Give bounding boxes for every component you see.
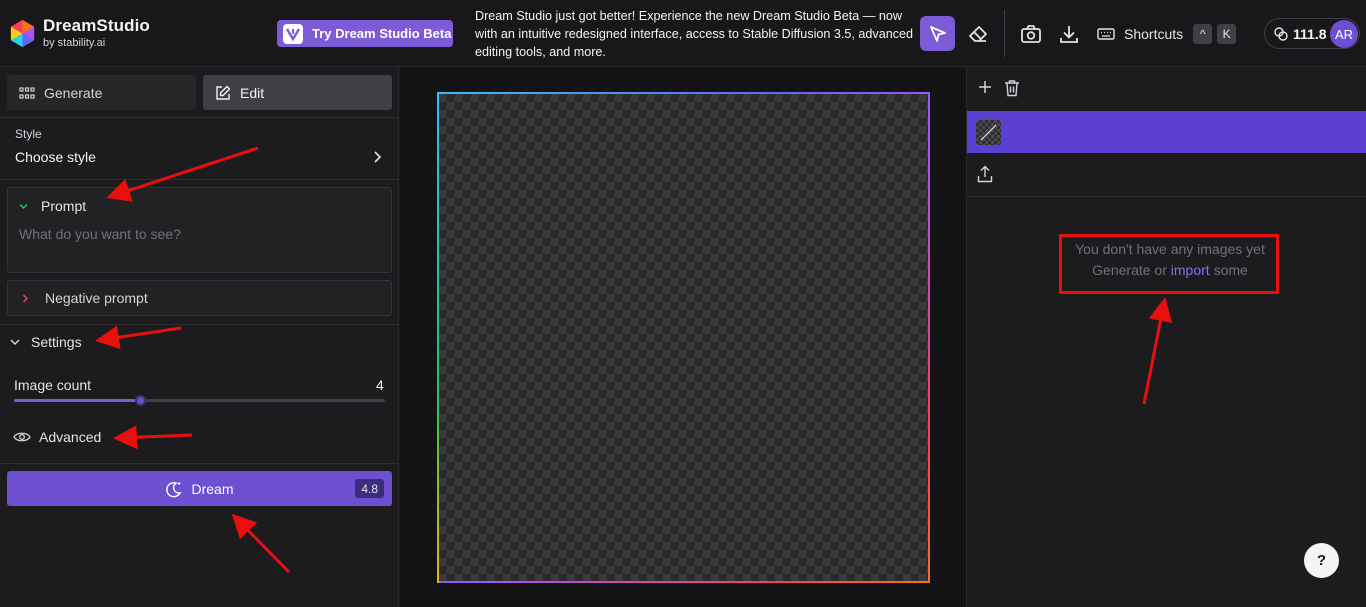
beta-logo-icon (283, 23, 303, 44)
app-title: DreamStudio (43, 16, 150, 35)
shortcuts-button[interactable]: Shortcuts ^ K (1097, 21, 1237, 47)
divider (0, 179, 399, 180)
layer-item[interactable] (967, 111, 1366, 153)
tab-edit[interactable]: Edit (203, 75, 392, 110)
chevron-down-icon (19, 203, 28, 209)
dream-button[interactable]: Dream 4.8 (7, 471, 392, 506)
toolbar-divider (1004, 10, 1005, 57)
canvas-area (400, 67, 966, 607)
shortcut-key-ctrl: ^ (1193, 24, 1213, 44)
right-panel: You don't have any images yet Generate o… (966, 67, 1366, 607)
style-label: Style (15, 127, 42, 141)
image-count-slider[interactable] (14, 395, 385, 406)
prompt-title: Prompt (41, 198, 87, 214)
prompt-section: Prompt (7, 187, 392, 273)
advanced-label: Advanced (39, 429, 102, 445)
snapshot-button[interactable] (1015, 16, 1047, 51)
left-panel: Generate Edit Style Choose style Prompt (0, 67, 399, 607)
divider (967, 196, 1366, 197)
shortcuts-label: Shortcuts (1124, 26, 1184, 42)
style-selector[interactable]: Choose style (15, 149, 96, 165)
annotation-highlight-box (1059, 234, 1279, 294)
credits-value: 111.8 (1293, 25, 1327, 42)
keyboard-icon (1097, 28, 1115, 40)
help-button[interactable]: ? (1304, 543, 1339, 578)
negative-prompt-title: Negative prompt (45, 290, 148, 306)
negative-prompt-toggle[interactable]: Negative prompt (7, 280, 392, 316)
tab-generate[interactable]: Generate (7, 75, 196, 110)
download-icon (1060, 25, 1078, 43)
eraser-icon (968, 25, 987, 42)
settings-title: Settings (31, 334, 82, 350)
eye-icon (13, 432, 31, 442)
canvas-frame-edge (437, 92, 439, 583)
select-tool-button[interactable] (920, 16, 955, 51)
edit-icon (216, 85, 231, 100)
chevron-right-icon[interactable] (370, 150, 384, 164)
tab-edit-label: Edit (240, 84, 265, 101)
moon-stars-icon (166, 481, 182, 497)
add-layer-icon[interactable] (977, 79, 993, 95)
avatar[interactable]: AR (1330, 20, 1358, 48)
top-bar: DreamStudio by stability.ai Try Dream St… (0, 0, 1366, 67)
dream-cost-badge: 4.8 (355, 479, 384, 498)
dreamstudio-logo-icon (10, 19, 35, 48)
hidden-layer-icon (980, 124, 997, 141)
announcement-text: Dream Studio just got better! Experience… (475, 9, 914, 59)
eraser-tool-button[interactable] (960, 16, 995, 51)
grid-icon (19, 86, 35, 99)
camera-icon (1021, 24, 1041, 43)
upload-icon[interactable] (977, 165, 993, 183)
image-count-label: Image count (14, 377, 92, 393)
try-beta-label: Try Dream Studio Beta (312, 26, 452, 41)
trash-icon[interactable] (1004, 79, 1020, 97)
divider (0, 324, 399, 325)
transparent-canvas[interactable] (439, 94, 928, 581)
prompt-input[interactable] (19, 226, 379, 242)
settings-toggle[interactable]: Settings (9, 334, 82, 350)
slider-thumb[interactable] (135, 395, 147, 406)
download-button[interactable] (1053, 16, 1085, 51)
chevron-down-icon (10, 339, 20, 346)
slider-fill (14, 399, 141, 402)
app-subtitle: by stability.ai (43, 37, 106, 49)
chevron-right-icon (22, 293, 29, 303)
divider (0, 117, 399, 118)
tab-generate-label: Generate (44, 84, 103, 101)
prompt-toggle[interactable]: Prompt (18, 198, 86, 214)
credits-icon (1274, 26, 1288, 41)
pointer-icon (929, 25, 946, 42)
image-count-value: 4 (376, 377, 384, 393)
try-beta-button[interactable]: Try Dream Studio Beta (277, 20, 453, 47)
layer-thumbnail (976, 120, 1001, 145)
canvas-frame[interactable] (437, 92, 930, 583)
shortcut-key-k: K (1217, 24, 1237, 44)
divider (0, 463, 399, 464)
dream-label: Dream (191, 480, 234, 497)
advanced-toggle[interactable]: Advanced (13, 429, 101, 445)
